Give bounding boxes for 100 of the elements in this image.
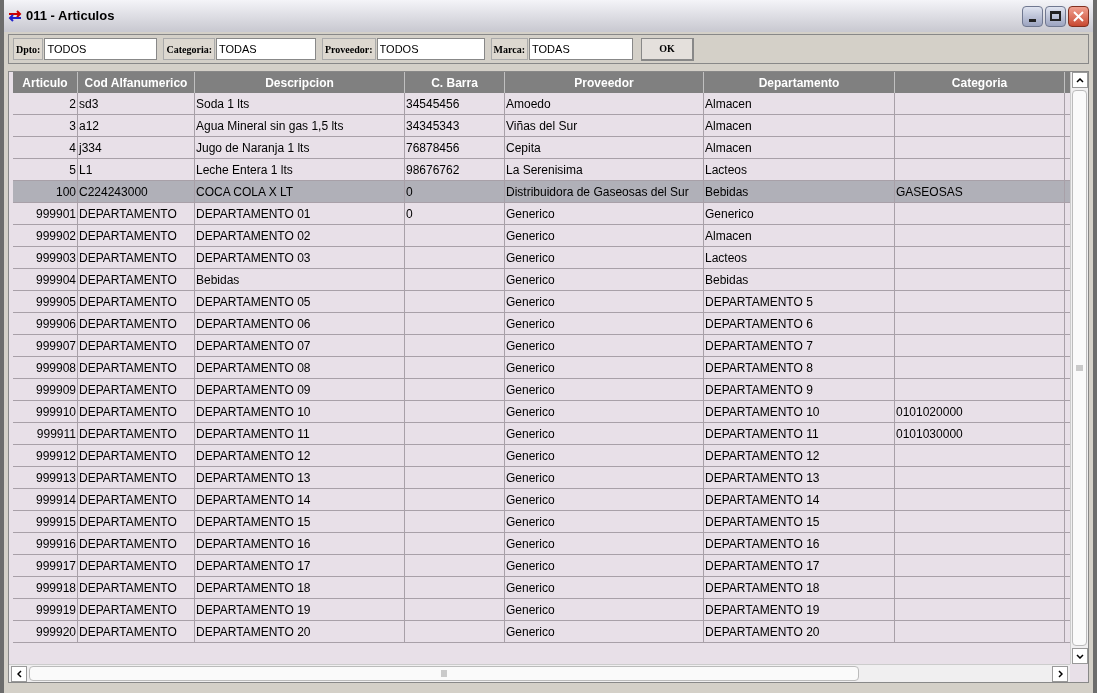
column-header[interactable]: Descripcion bbox=[195, 72, 405, 93]
table-cell: COCA COLA X LT bbox=[195, 181, 405, 202]
table-cell: Generico bbox=[505, 313, 704, 334]
table-cell: Jugo de Naranja 1 lts bbox=[195, 137, 405, 158]
table-cell: DEPARTAMENTO bbox=[78, 489, 195, 510]
table-cell: Generico bbox=[505, 489, 704, 510]
table-cell: DEPARTAMENTO 18 bbox=[704, 577, 895, 598]
filter-field[interactable]: TODOS bbox=[44, 38, 158, 60]
column-header[interactable]: Articulo bbox=[13, 72, 78, 93]
table-cell: Generico bbox=[505, 533, 704, 554]
scroll-thumb[interactable] bbox=[1072, 90, 1087, 646]
close-icon bbox=[1073, 10, 1084, 22]
table-cell: a12 bbox=[78, 115, 195, 136]
table-cell: 34345343 bbox=[405, 115, 505, 136]
table-cell: DEPARTAMENTO 20 bbox=[195, 621, 405, 642]
column-header[interactable]: Departamento bbox=[704, 72, 895, 93]
table-row[interactable]: 999918 DEPARTAMENTO DEPARTAMENTO 18 Generico DEPARTAMENTO 18 bbox=[13, 577, 1070, 599]
table-cell: DEPARTAMENTO 10 bbox=[704, 401, 895, 422]
table-cell: Generico bbox=[505, 291, 704, 312]
column-header[interactable]: Cod Alfanumerico bbox=[78, 72, 195, 93]
table-cell: 999906 bbox=[13, 313, 78, 334]
minimize-button[interactable] bbox=[1022, 5, 1043, 27]
table-row[interactable]: 999903 DEPARTAMENTO DEPARTAMENTO 03 Generico Lacteos bbox=[13, 247, 1070, 269]
table-row[interactable]: 999904 DEPARTAMENTO Bebidas Generico Bebidas bbox=[13, 269, 1070, 291]
table-row[interactable]: 999907 DEPARTAMENTO DEPARTAMENTO 07 Generico DEPARTAMENTO 7 bbox=[13, 335, 1070, 357]
table-row[interactable]: 999914 DEPARTAMENTO DEPARTAMENTO 14 Generico DEPARTAMENTO 14 bbox=[13, 489, 1070, 511]
table-row[interactable]: 999902 DEPARTAMENTO DEPARTAMENTO 02 Generico Almacen bbox=[13, 225, 1070, 247]
table-row[interactable]: 999911 DEPARTAMENTO DEPARTAMENTO 11 Generico DEPARTAMENTO 11 0101030000 bbox=[13, 423, 1070, 445]
table-cell: La Serenisima bbox=[505, 159, 704, 180]
table-cell: 999910 bbox=[13, 401, 78, 422]
table-row[interactable]: 4 j334 Jugo de Naranja 1 lts 76878456 Cepita Almacen bbox=[13, 137, 1070, 159]
table-row[interactable]: 3 a12 Agua Mineral sin gas 1,5 lts 34345343 Viñas del Sur Almacen bbox=[13, 115, 1070, 137]
table-cell: Generico bbox=[505, 577, 704, 598]
table-row[interactable]: 999919 DEPARTAMENTO DEPARTAMENTO 19 Generico DEPARTAMENTO 19 bbox=[13, 599, 1070, 621]
table-cell: 999913 bbox=[13, 467, 78, 488]
table-cell: Generico bbox=[505, 445, 704, 466]
table-row[interactable]: 999906 DEPARTAMENTO DEPARTAMENTO 06 Generico DEPARTAMENTO 6 bbox=[13, 313, 1070, 335]
table-cell: Generico bbox=[505, 335, 704, 356]
table-row[interactable]: 999912 DEPARTAMENTO DEPARTAMENTO 12 Generico DEPARTAMENTO 12 bbox=[13, 445, 1070, 467]
table-cell: DEPARTAMENTO bbox=[78, 379, 195, 400]
table-cell: 999920 bbox=[13, 621, 78, 642]
table-row[interactable]: 999910 DEPARTAMENTO DEPARTAMENTO 10 Generico DEPARTAMENTO 10 0101020000 bbox=[13, 401, 1070, 423]
table-cell: DEPARTAMENTO 07 bbox=[195, 335, 405, 356]
minimize-icon bbox=[1029, 18, 1036, 22]
table-row[interactable]: 5 L1 Leche Entera 1 lts 98676762 La Serenisima Lacteos bbox=[13, 159, 1070, 181]
table-row[interactable]: 999916 DEPARTAMENTO DEPARTAMENTO 16 Generico DEPARTAMENTO 16 bbox=[13, 533, 1070, 555]
maximize-button[interactable] bbox=[1045, 5, 1066, 27]
table-cell: Bebidas bbox=[704, 269, 895, 290]
table-cell: DEPARTAMENTO 16 bbox=[195, 533, 405, 554]
table-cell: DEPARTAMENTO 02 bbox=[195, 225, 405, 246]
filter-field[interactable]: TODAS bbox=[529, 38, 634, 60]
table-cell: 5 bbox=[13, 159, 78, 180]
table-row[interactable]: 999905 DEPARTAMENTO DEPARTAMENTO 05 Generico DEPARTAMENTO 5 bbox=[13, 291, 1070, 313]
table-cell: 999901 bbox=[13, 203, 78, 224]
table-row[interactable]: 999913 DEPARTAMENTO DEPARTAMENTO 13 Generico DEPARTAMENTO 13 bbox=[13, 467, 1070, 489]
table-row[interactable]: 999908 DEPARTAMENTO DEPARTAMENTO 08 Generico DEPARTAMENTO 8 bbox=[13, 357, 1070, 379]
table-row[interactable]: 999909 DEPARTAMENTO DEPARTAMENTO 09 Generico DEPARTAMENTO 9 bbox=[13, 379, 1070, 401]
table-cell: 76878456 bbox=[405, 137, 505, 158]
table-cell: Distribuidora de Gaseosas del Sur bbox=[505, 181, 704, 202]
window-title: 011 - Articulos bbox=[26, 7, 115, 26]
table-row[interactable]: 999901 DEPARTAMENTO DEPARTAMENTO 01 0 Generico Generico bbox=[13, 203, 1070, 225]
table-row[interactable]: 999915 DEPARTAMENTO DEPARTAMENTO 15 Generico DEPARTAMENTO 15 bbox=[13, 511, 1070, 533]
table-cell: DEPARTAMENTO 10 bbox=[195, 401, 405, 422]
table-cell: Generico bbox=[505, 357, 704, 378]
table-cell: DEPARTAMENTO 9 bbox=[704, 379, 895, 400]
table-cell: DEPARTAMENTO bbox=[78, 621, 195, 642]
table-cell: Generico bbox=[505, 423, 704, 444]
table-row[interactable]: 999917 DEPARTAMENTO DEPARTAMENTO 17 Generico DEPARTAMENTO 17 bbox=[13, 555, 1070, 577]
table-cell: 100 bbox=[13, 181, 78, 202]
table-row[interactable]: 2 sd3 Soda 1 lts 34545456 Amoedo Almacen bbox=[13, 93, 1070, 115]
table-cell: DEPARTAMENTO 16 bbox=[704, 533, 895, 554]
close-button[interactable] bbox=[1068, 5, 1089, 27]
filter-field[interactable]: TODAS bbox=[216, 38, 316, 60]
table-row[interactable]: 999920 DEPARTAMENTO DEPARTAMENTO 20 Generico DEPARTAMENTO 20 bbox=[13, 621, 1070, 643]
table-cell: Generico bbox=[505, 467, 704, 488]
table-cell: DEPARTAMENTO 03 bbox=[195, 247, 405, 268]
table-cell: Generico bbox=[505, 555, 704, 576]
table-cell: 0 bbox=[405, 203, 505, 224]
column-header[interactable]: Proveedor bbox=[505, 72, 704, 93]
table-cell: DEPARTAMENTO 17 bbox=[195, 555, 405, 576]
table-cell: DEPARTAMENTO 11 bbox=[195, 423, 405, 444]
table-cell: DEPARTAMENTO 18 bbox=[195, 577, 405, 598]
table-cell: Leche Entera 1 lts bbox=[195, 159, 405, 180]
table-cell: DEPARTAMENTO bbox=[78, 511, 195, 532]
column-header[interactable]: Categoria bbox=[895, 72, 1065, 93]
table-cell: j334 bbox=[78, 137, 195, 158]
table-row[interactable]: 100 C224243000 COCA COLA X LT 0 Distribuidora de Gaseosas del Sur Bebidas GASEOSAS bbox=[13, 181, 1070, 203]
column-header[interactable]: C. Barra bbox=[405, 72, 505, 93]
table-cell: 34545456 bbox=[405, 93, 505, 114]
scroll-thumb[interactable] bbox=[29, 666, 859, 681]
table-cell: 98676762 bbox=[405, 159, 505, 180]
table-cell: Generico bbox=[505, 269, 704, 290]
filter-label: Marca: bbox=[490, 38, 529, 60]
table-cell: 999918 bbox=[13, 577, 78, 598]
filter-field[interactable]: TODOS bbox=[376, 38, 485, 60]
ok-button[interactable]: OK bbox=[641, 37, 695, 61]
table-cell: C224243000 bbox=[78, 181, 195, 202]
table-cell: Soda 1 lts bbox=[195, 93, 405, 114]
table-cell: DEPARTAMENTO 17 bbox=[704, 555, 895, 576]
table-cell: Bebidas bbox=[195, 269, 405, 290]
